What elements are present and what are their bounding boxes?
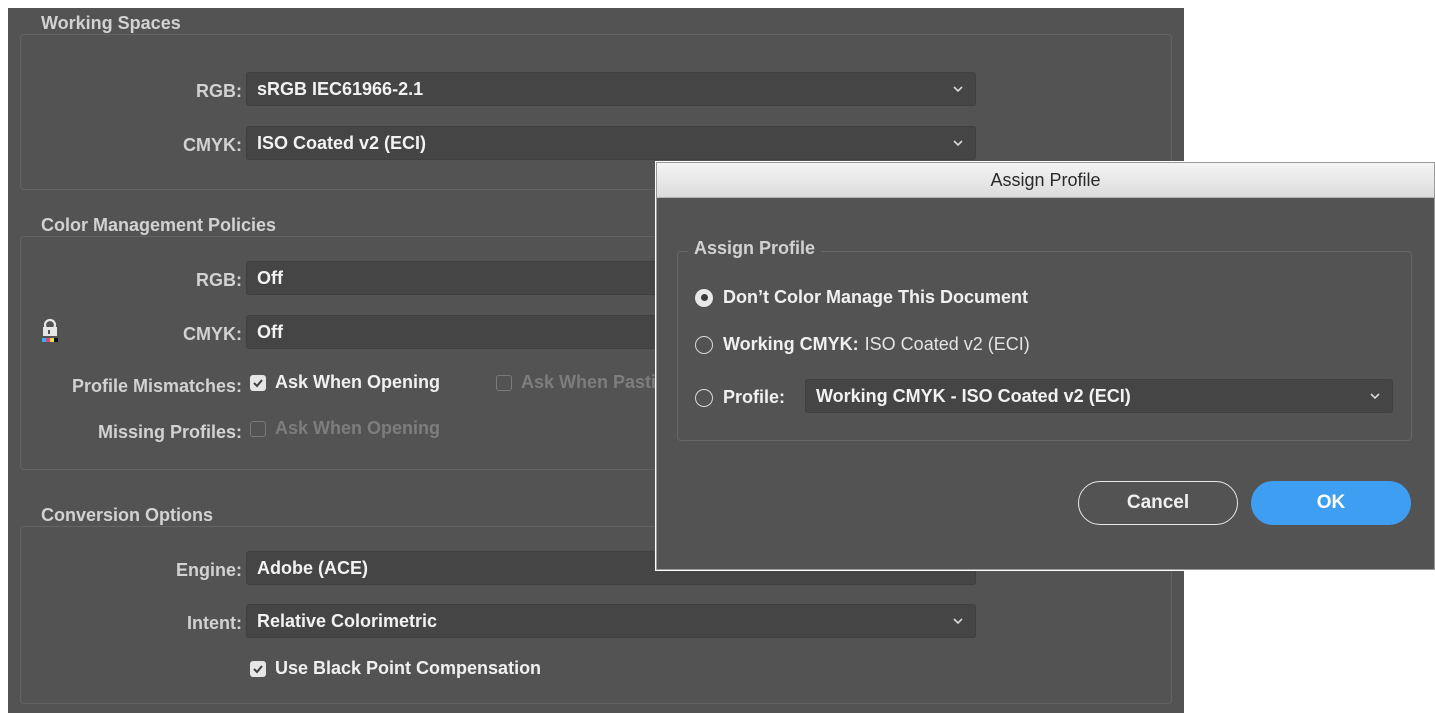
working-cmyk-value: ISO Coated v2 (ECI) bbox=[864, 334, 1030, 354]
policy-cmyk-label: CMYK: bbox=[183, 324, 242, 344]
ask-when-opening-checkbox[interactable]: Ask When Opening bbox=[250, 372, 440, 393]
checkbox-unchecked-icon bbox=[496, 374, 512, 391]
ok-button[interactable]: OK bbox=[1251, 481, 1411, 525]
missing-ask-when-opening-checkbox[interactable]: Ask When Opening bbox=[250, 418, 440, 439]
chevron-down-icon bbox=[953, 86, 963, 93]
cancel-button[interactable]: Cancel bbox=[1078, 481, 1238, 525]
checkbox-checked-icon bbox=[250, 374, 266, 391]
chevron-down-icon bbox=[1370, 393, 1380, 400]
missing-profiles-label: Missing Profiles: bbox=[97, 422, 242, 442]
select-value: sRGB IEC61966-2.1 bbox=[257, 78, 424, 99]
rgb-working-space-select[interactable]: sRGB IEC61966-2.1 bbox=[246, 72, 976, 106]
rgb-label: RGB: bbox=[196, 81, 242, 101]
checkbox-unchecked-icon bbox=[250, 420, 266, 437]
profile-select[interactable]: Working CMYK - ISO Coated v2 (ECI) bbox=[805, 379, 1393, 413]
checkbox-label: Ask When Pasting bbox=[521, 372, 679, 392]
group-title: Conversion Options bbox=[35, 505, 220, 526]
radio-label: Working CMYK: bbox=[723, 334, 859, 354]
chevron-down-icon bbox=[953, 140, 963, 147]
radio-selected-icon bbox=[695, 288, 713, 307]
select-value: Working CMYK - ISO Coated v2 (ECI) bbox=[816, 385, 1131, 406]
cmyk-working-space-select[interactable]: ISO Coated v2 (ECI) bbox=[246, 126, 976, 160]
assign-profile-dialog: Assign Profile Assign Profile Don’t Colo… bbox=[656, 162, 1435, 570]
checkbox-label: Ask When Opening bbox=[275, 418, 441, 438]
checkbox-checked-icon bbox=[250, 660, 266, 677]
chevron-down-icon bbox=[953, 618, 963, 625]
radio-working-cmyk[interactable]: Working CMYK: ISO Coated v2 (ECI) bbox=[695, 334, 1030, 355]
radio-dont-color-manage[interactable]: Don’t Color Manage This Document bbox=[695, 287, 1028, 308]
dialog-title: Assign Profile bbox=[990, 169, 1101, 190]
radio-label: Profile: bbox=[723, 387, 786, 407]
radio-icon bbox=[695, 388, 713, 407]
intent-select[interactable]: Relative Colorimetric bbox=[246, 604, 976, 638]
profile-mismatches-label: Profile Mismatches: bbox=[71, 376, 242, 396]
checkbox-label: Use Black Point Compensation bbox=[275, 658, 542, 678]
select-value: Relative Colorimetric bbox=[257, 610, 438, 631]
black-point-compensation-checkbox[interactable]: Use Black Point Compensation bbox=[250, 658, 541, 679]
policy-rgb-label: RGB: bbox=[196, 270, 242, 290]
select-value: ISO Coated v2 (ECI) bbox=[257, 132, 427, 153]
radio-label: Don’t Color Manage This Document bbox=[723, 287, 1029, 307]
group-title: Assign Profile bbox=[688, 238, 822, 259]
cmyk-label: CMYK: bbox=[183, 135, 242, 155]
group-title: Working Spaces bbox=[35, 13, 187, 34]
group-title: Color Management Policies bbox=[35, 215, 283, 236]
ask-when-pasting-checkbox[interactable]: Ask When Pasting bbox=[496, 372, 678, 393]
engine-label: Engine: bbox=[176, 560, 242, 580]
lock-icon bbox=[42, 318, 58, 342]
radio-icon bbox=[695, 335, 713, 354]
dialog-title-bar[interactable]: Assign Profile bbox=[657, 163, 1434, 198]
radio-profile[interactable]: Profile: bbox=[695, 387, 785, 408]
checkbox-label: Ask When Opening bbox=[275, 372, 441, 392]
intent-label: Intent: bbox=[187, 613, 242, 633]
